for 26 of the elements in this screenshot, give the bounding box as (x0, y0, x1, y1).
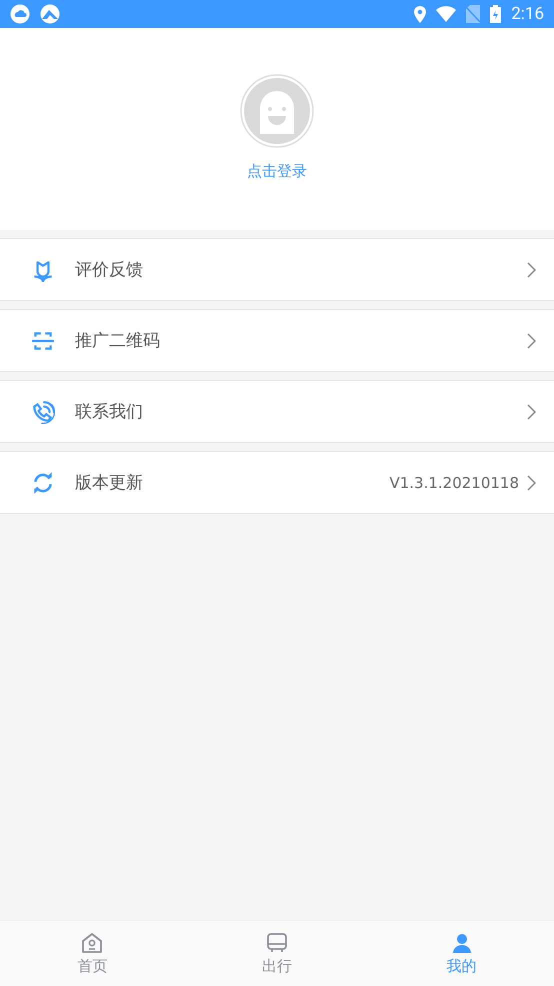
refresh-icon (31, 470, 55, 494)
wifi-icon (436, 6, 456, 22)
menu-label: 评价反馈 (75, 259, 144, 281)
chevron-icon (527, 404, 536, 420)
clock-time: 2:16 (511, 4, 544, 24)
location-icon (414, 6, 426, 22)
home-icon (81, 932, 104, 954)
menu-row[interactable]: 联系我们 (0, 380, 554, 443)
chevron-icon (527, 332, 536, 348)
bus-icon (266, 932, 288, 954)
chevron-icon (527, 262, 536, 278)
cloud-icon (10, 4, 30, 24)
menu-label: 联系我们 (75, 401, 144, 423)
menu-label: 版本更新 (75, 472, 144, 494)
phone-icon (31, 400, 55, 424)
menu-row[interactable]: 版本更新 V1.3.1.20210118 (0, 451, 554, 514)
menu-row[interactable]: 推广二维码 (0, 309, 554, 372)
person-icon (450, 932, 473, 954)
menu-row[interactable]: 评价反馈 (0, 238, 554, 301)
mountain-icon (40, 4, 60, 24)
chevron-icon (527, 474, 536, 490)
menu-label: 推广二维码 (75, 330, 161, 352)
version-text: V1.3.1.20210118 (389, 474, 519, 492)
avatar-icon[interactable] (240, 74, 314, 148)
battery-icon (490, 5, 502, 23)
no-sim-icon (466, 5, 480, 23)
